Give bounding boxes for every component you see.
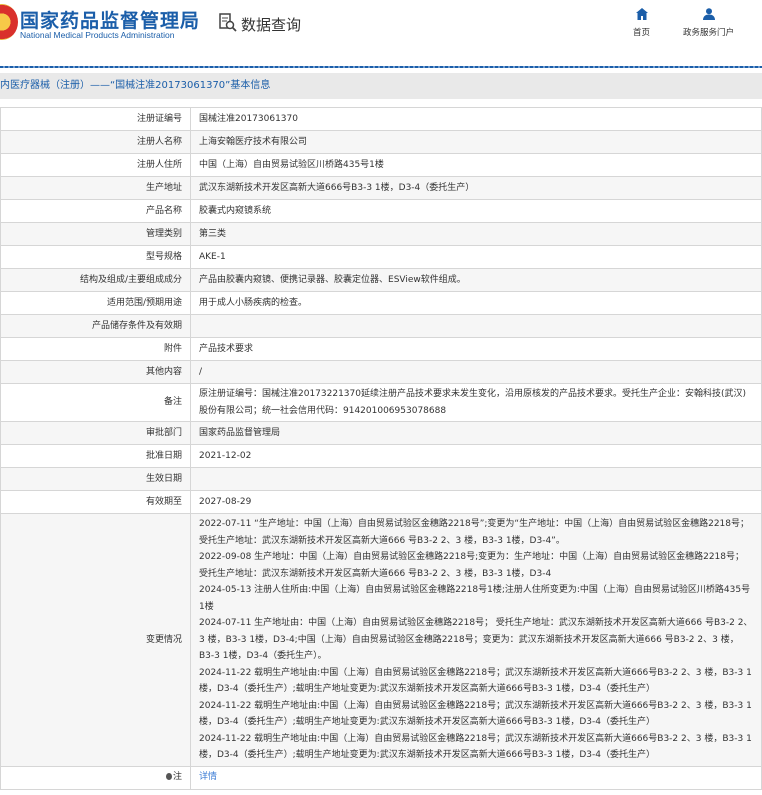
change-entry: 2024-05-13 注册人住所由:中国（上海）自由贸易试验区金穗路2218号1… — [199, 585, 751, 612]
field-value — [190, 314, 762, 338]
field-value: 产品技术要求 — [190, 337, 762, 361]
nav-home-label: 首页 — [633, 28, 651, 38]
table-row: 备注 原注册证编号：国械注准20173221370延续注册产品技术要求未发生变化，… — [0, 383, 762, 422]
logo-subtitle: National Medical Products Administration — [20, 30, 175, 40]
field-label: 适用范围/预期用途 — [0, 291, 191, 315]
field-value: 武汉东湖新技术开发区高新大道666号B3-3 1楼，D3-4（委托生产） — [190, 176, 762, 200]
table-row: 生产地址 武汉东湖新技术开发区高新大道666号B3-3 1楼，D3-4（委托生产） — [0, 176, 762, 200]
nav-home[interactable]: 首页 — [633, 8, 650, 38]
field-label: 产品储存条件及有效期 — [0, 314, 191, 338]
field-value: 原注册证编号：国械注准20173221370延续注册产品技术要求未发生变化，沿用… — [190, 383, 762, 422]
field-label: 管理类别 — [0, 222, 191, 246]
change-history: 2022-07-11 “生产地址：中国（上海）自由贸易试验区金穗路2218号”;… — [190, 513, 762, 767]
field-label: 结构及组成/主要组成成分 — [0, 268, 191, 292]
home-icon — [635, 8, 648, 20]
bullet-icon — [165, 773, 172, 781]
field-label: 附件 — [0, 337, 191, 361]
field-value: AKE-1 — [190, 245, 762, 269]
table-row-changes: 变更情况 2022-07-11 “生产地址：中国（上海）自由贸易试验区金穗路221… — [0, 513, 762, 767]
field-label: 注 — [0, 765, 191, 790]
field-value: 中国（上海）自由贸易试验区川桥路435号1楼 — [190, 153, 762, 177]
change-entry: 2024-11-22 载明生产地址由:中国（上海）自由贸易试验区金穗路2218号… — [199, 667, 752, 695]
field-label: 注册人名称 — [0, 130, 191, 154]
table-row: 其他内容 / — [0, 360, 762, 384]
national-emblem-logo — [0, 4, 18, 40]
nav-service-portal[interactable]: 政务服务门户 — [683, 8, 734, 38]
field-label: 注册人住所 — [0, 153, 191, 177]
field-label: 产品名称 — [0, 199, 191, 223]
field-label: 生产地址 — [0, 176, 191, 200]
logo-title[interactable]: 国家药品监督管理局 — [20, 6, 200, 33]
field-label: 注册证编号 — [0, 107, 191, 131]
table-row: 附件 产品技术要求 — [0, 337, 762, 361]
change-entry: 2024-11-22 载明生产地址由:中国（上海）自由贸易试验区金穗路2218号… — [199, 700, 752, 728]
details-link[interactable]: 详情 — [199, 772, 217, 782]
field-value: 国械注准20173061370 — [190, 107, 762, 131]
field-label: 生效日期 — [0, 467, 191, 491]
change-entry: 2022-07-11 “生产地址：中国（上海）自由贸易试验区金穗路2218号”;… — [199, 519, 749, 546]
field-value — [190, 467, 762, 491]
table-row: 注册证编号 国械注准20173061370 — [0, 107, 762, 131]
change-entry: 2024-07-11 生产地址由：中国（上海）自由贸易试验区金穗路2218号； … — [199, 618, 753, 661]
change-entry: 受托生产地址：武汉东湖新技术开发区高新大道666 号B3-2 2、3 楼，B3-… — [199, 568, 552, 579]
field-label: 变更情况 — [0, 513, 191, 767]
field-label: 其他内容 — [0, 360, 191, 384]
document-search-icon — [218, 12, 238, 36]
change-entry: 2024-11-22 载明生产地址由:中国（上海）自由贸易试验区金穗路2218号… — [199, 733, 752, 761]
header-divider — [0, 66, 762, 68]
field-value: 胶囊式内窥镜系统 — [190, 199, 762, 223]
table-row: 适用范围/预期用途 用于成人小肠疾病的检查。 — [0, 291, 762, 315]
table-row: 生效日期 — [0, 467, 762, 491]
field-value: 国家药品监督管理局 — [190, 421, 762, 445]
field-label: 批准日期 — [0, 444, 191, 468]
field-value: / — [190, 360, 762, 384]
field-label: 审批部门 — [0, 421, 191, 445]
data-query-label: 数据查询 — [241, 15, 302, 34]
field-label: 有效期至 — [0, 490, 191, 514]
field-value: 用于成人小肠疾病的检查。 — [190, 291, 762, 315]
field-value: 产品由胶囊内窥镜、便携记录器、胶囊定位器、ESView软件组成。 — [190, 268, 762, 292]
table-row: 结构及组成/主要组成成分 产品由胶囊内窥镜、便携记录器、胶囊定位器、ESView软… — [0, 268, 762, 292]
field-value: 2021-12-02 — [190, 444, 762, 468]
table-row: 注册人名称 上海安翰医疗技术有限公司 — [0, 130, 762, 154]
breadcrumb: 内医疗器械（注册）——“国械注准20173061370”基本信息 — [0, 73, 762, 99]
field-value: 上海安翰医疗技术有限公司 — [190, 130, 762, 154]
table-row: 产品名称 胶囊式内窥镜系统 — [0, 199, 762, 223]
detail-table: 注册证编号 国械注准20173061370 注册人名称 上海安翰医疗技术有限公司 注册人… — [0, 107, 762, 790]
table-row: 产品储存条件及有效期 — [0, 314, 762, 338]
site-header: 国家药品监督管理局 National Medical Products Admi… — [0, 0, 762, 68]
table-row: 有效期至 2027-08-29 — [0, 490, 762, 514]
table-row: 注册人住所 中国（上海）自由贸易试验区川桥路435号1楼 — [0, 153, 762, 177]
nav-service-label: 政务服务门户 — [683, 28, 735, 38]
table-row: 管理类别 第三类 — [0, 222, 762, 246]
table-row: 批准日期 2021-12-02 — [0, 444, 762, 468]
table-row-note: 注 详情 — [0, 765, 762, 790]
change-entry: 2022-09-08 生产地址：中国（上海）自由贸易试验区金穗路2218号;变更… — [199, 552, 745, 562]
field-label: 型号规格 — [0, 245, 191, 269]
data-query-title: 数据查询 — [218, 12, 301, 36]
table-row: 型号规格 AKE-1 — [0, 245, 762, 269]
field-value: 第三类 — [190, 222, 762, 246]
table-row: 审批部门 国家药品监督管理局 — [0, 421, 762, 445]
field-value: 2027-08-29 — [190, 490, 762, 514]
field-label: 备注 — [0, 383, 191, 422]
note-label: 注 — [172, 772, 182, 783]
user-icon — [702, 8, 715, 20]
